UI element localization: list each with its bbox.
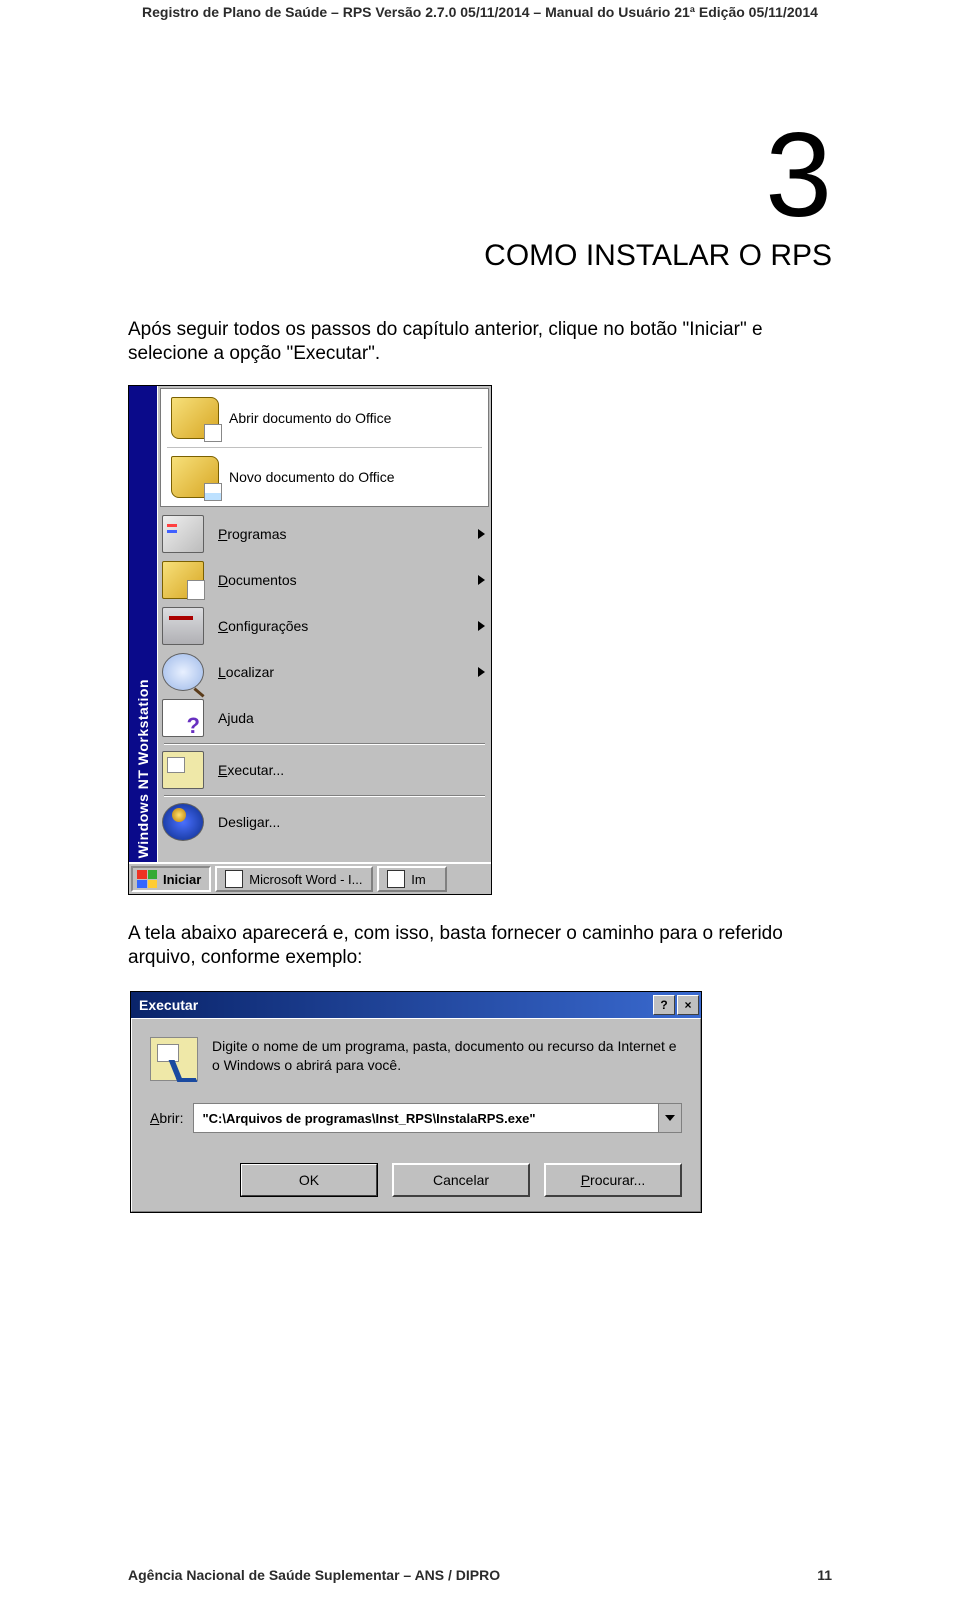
- app-icon: [387, 870, 405, 888]
- menu-label: Ajuda: [218, 710, 463, 726]
- open-combobox-dropdown-button[interactable]: [658, 1104, 681, 1132]
- folder-open-icon: [171, 397, 219, 439]
- taskbar-task-label: Im: [411, 872, 425, 887]
- run-dialog: Executar ? × Digite o nome de um program…: [130, 991, 702, 1213]
- menu-label: Programas: [218, 526, 463, 542]
- browse-button[interactable]: Procurar...: [544, 1163, 682, 1197]
- close-icon: ×: [684, 998, 691, 1012]
- running-header: Registro de Plano de Saúde – RPS Versão …: [0, 4, 960, 20]
- start-menu-panel: Windows NT Workstation Abrir documento d…: [129, 386, 491, 862]
- menu-label: Localizar: [218, 664, 463, 680]
- office-new-document[interactable]: Novo documento do Office: [161, 450, 488, 504]
- windows-nt-banner: Windows NT Workstation: [129, 386, 157, 862]
- divider: [164, 795, 485, 797]
- dialog-title: Executar: [139, 997, 198, 1013]
- ok-button[interactable]: OK: [240, 1163, 378, 1197]
- cancel-button[interactable]: Cancelar: [392, 1163, 530, 1197]
- menu-label: Executar...: [218, 762, 463, 778]
- dialog-message: Digite o nome de um programa, pasta, doc…: [212, 1037, 682, 1081]
- menu-label: Documentos: [218, 572, 463, 588]
- settings-icon: [162, 607, 204, 645]
- menu-item-programas[interactable]: Programas: [158, 511, 491, 557]
- menu-item-executar[interactable]: Executar...: [158, 747, 491, 793]
- start-menu-body: Abrir documento do Office Novo documento…: [157, 386, 491, 862]
- windows-logo-icon: [137, 870, 157, 888]
- chapter-block: 3 COMO INSTALAR O RPS: [412, 115, 832, 273]
- chapter-number: 3: [412, 115, 832, 235]
- title-bar-buttons: ? ×: [653, 995, 699, 1015]
- run-dialog-icon: [150, 1037, 198, 1081]
- menu-label: Configurações: [218, 618, 463, 634]
- programs-icon: [162, 515, 204, 553]
- browse-button-label: Procurar...: [581, 1172, 646, 1188]
- chevron-right-icon: [478, 621, 485, 631]
- search-icon: [162, 653, 204, 691]
- page-number: 11: [817, 1567, 832, 1583]
- chapter-title: COMO INSTALAR O RPS: [412, 239, 832, 273]
- titlebar-help-button[interactable]: ?: [653, 995, 675, 1015]
- taskbar-task-label: Microsoft Word - I...: [249, 872, 362, 887]
- question-icon: ?: [660, 998, 667, 1012]
- start-menu-items: Programas Documentos Configurações Local…: [158, 509, 491, 862]
- open-field-row: Abrir: "C:\Arquivos de programas\Inst_RP…: [150, 1103, 682, 1133]
- titlebar-close-button[interactable]: ×: [677, 995, 699, 1015]
- start-menu-screenshot: Windows NT Workstation Abrir documento d…: [128, 385, 492, 895]
- open-combobox[interactable]: "C:\Arquivos de programas\Inst_RPS\Insta…: [193, 1103, 682, 1133]
- dialog-message-row: Digite o nome de um programa, pasta, doc…: [150, 1037, 682, 1081]
- menu-item-ajuda[interactable]: Ajuda: [158, 695, 491, 741]
- office-new-label: Novo documento do Office: [229, 469, 395, 485]
- taskbar-task-word[interactable]: Microsoft Word - I...: [215, 866, 373, 892]
- taskbar-task-im[interactable]: Im: [377, 866, 447, 892]
- intro-paragraph: Após seguir todos os passos do capítulo …: [128, 318, 832, 366]
- second-paragraph: A tela abaixo aparecerá e, com isso, bas…: [128, 922, 832, 970]
- run-icon: [162, 751, 204, 789]
- app-icon: [225, 870, 243, 888]
- dialog-button-row: OK Cancelar Procurar...: [150, 1163, 682, 1197]
- documents-icon: [162, 561, 204, 599]
- menu-item-localizar[interactable]: Localizar: [158, 649, 491, 695]
- chevron-right-icon: [478, 667, 485, 677]
- windows-nt-banner-text: Windows NT Workstation: [135, 675, 151, 862]
- chevron-right-icon: [478, 575, 485, 585]
- start-button-label: Iniciar: [163, 872, 201, 887]
- taskbar: Iniciar Microsoft Word - I... Im: [129, 862, 491, 894]
- office-open-document[interactable]: Abrir documento do Office: [161, 391, 488, 445]
- shutdown-icon: [162, 803, 204, 841]
- office-section: Abrir documento do Office Novo documento…: [160, 388, 489, 507]
- start-button[interactable]: Iniciar: [131, 866, 211, 892]
- folder-new-icon: [171, 456, 219, 498]
- menu-item-documentos[interactable]: Documentos: [158, 557, 491, 603]
- chevron-down-icon: [665, 1115, 675, 1121]
- help-icon: [162, 699, 204, 737]
- chevron-right-icon: [478, 529, 485, 539]
- ok-button-label: OK: [299, 1172, 319, 1188]
- cancel-button-label: Cancelar: [433, 1172, 489, 1188]
- dialog-body: Digite o nome de um programa, pasta, doc…: [131, 1018, 701, 1212]
- menu-label: Desligar...: [218, 814, 463, 830]
- open-combobox-value[interactable]: "C:\Arquivos de programas\Inst_RPS\Insta…: [194, 1104, 658, 1132]
- open-label: Abrir:: [150, 1110, 183, 1126]
- footer-text: Agência Nacional de Saúde Suplementar – …: [128, 1567, 500, 1583]
- menu-item-configuracoes[interactable]: Configurações: [158, 603, 491, 649]
- dialog-title-bar: Executar ? ×: [131, 992, 701, 1018]
- divider: [167, 447, 482, 448]
- divider: [164, 743, 485, 745]
- menu-item-desligar[interactable]: Desligar...: [158, 799, 491, 845]
- office-open-label: Abrir documento do Office: [229, 410, 391, 426]
